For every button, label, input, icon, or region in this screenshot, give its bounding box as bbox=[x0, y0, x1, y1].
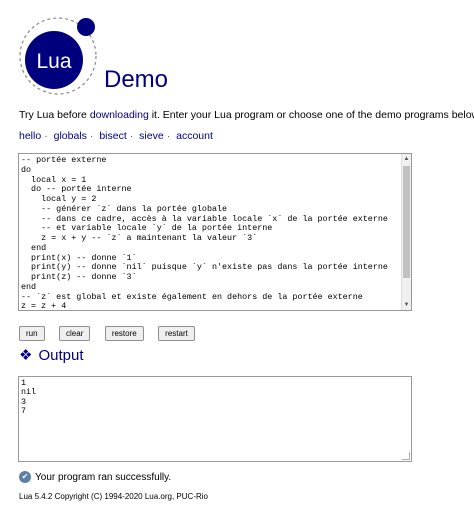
restore-button[interactable]: restore bbox=[104, 326, 144, 341]
demo-link-sieve[interactable]: sieve bbox=[139, 130, 164, 142]
resize-grip-icon[interactable] bbox=[402, 452, 410, 460]
separator: · bbox=[44, 130, 48, 142]
code-editor[interactable]: -- portée externe do local x = 1 do -- p… bbox=[18, 153, 412, 311]
scroll-thumb[interactable] bbox=[403, 166, 410, 278]
status-message: ✔ Your program ran successfully. bbox=[19, 471, 171, 483]
lua-logo: Lua bbox=[19, 17, 97, 95]
demo-link-hello[interactable]: hello bbox=[19, 130, 41, 142]
page-title: Demo bbox=[104, 66, 169, 93]
demo-links: hello · globals · bisect · sieve · account bbox=[19, 130, 213, 142]
demo-link-account[interactable]: account bbox=[176, 130, 213, 142]
intro-after: it. Enter your Lua program or choose one… bbox=[148, 109, 474, 121]
copyright: Lua 5.4.2 Copyright (C) 1994-2020 Lua.or… bbox=[19, 492, 208, 501]
demo-link-bisect[interactable]: bisect bbox=[99, 130, 126, 142]
output-text: 1 nil 3 7 bbox=[21, 378, 37, 416]
intro-before: Try Lua before bbox=[19, 109, 90, 121]
logo-text: Lua bbox=[36, 50, 71, 73]
button-bar: run clear restore restart bbox=[19, 323, 205, 341]
editor-scrollbar[interactable]: ▲ ▼ bbox=[401, 154, 411, 310]
check-circle-icon: ✔ bbox=[19, 471, 31, 483]
output-heading: ❖ Output bbox=[19, 346, 83, 364]
clear-button[interactable]: clear bbox=[59, 326, 91, 341]
scroll-down-icon[interactable]: ▼ bbox=[402, 300, 411, 310]
separator: · bbox=[129, 130, 134, 142]
status-text: Your program ran successfully. bbox=[35, 471, 172, 483]
downloading-link[interactable]: downloading bbox=[90, 109, 149, 121]
run-button[interactable]: run bbox=[19, 326, 45, 341]
separator: · bbox=[89, 130, 94, 142]
demo-link-globals[interactable]: globals bbox=[54, 130, 87, 142]
code-text[interactable]: -- portée externe do local x = 1 do -- p… bbox=[19, 154, 411, 310]
separator: · bbox=[166, 130, 171, 142]
restart-button[interactable]: restart bbox=[158, 326, 195, 341]
output-heading-text: Output bbox=[38, 347, 84, 364]
scroll-up-icon[interactable]: ▲ bbox=[402, 154, 411, 164]
diamond-icon: ❖ bbox=[19, 347, 33, 364]
intro-text: Try Lua before downloading it. Enter you… bbox=[19, 109, 474, 121]
output-box[interactable]: 1 nil 3 7 bbox=[18, 376, 412, 462]
